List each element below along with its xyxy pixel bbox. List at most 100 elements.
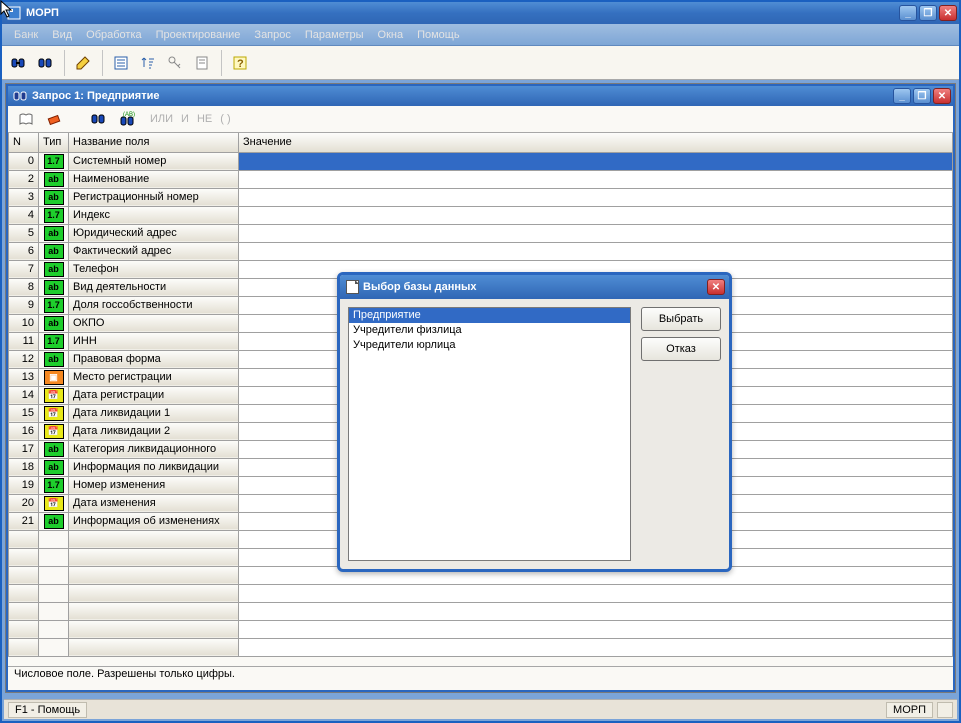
cell-value[interactable]: [239, 152, 953, 170]
op-label[interactable]: ИЛИ: [150, 113, 173, 125]
help-icon[interactable]: ?: [228, 52, 251, 74]
svg-text:(AB): (AB): [123, 112, 135, 118]
find-again-icon[interactable]: [33, 52, 56, 74]
cell-n: 4: [9, 206, 39, 224]
menu-item[interactable]: Окна: [372, 27, 410, 43]
cell-name: Дата ликвидации 1: [69, 404, 239, 422]
cell-type: ab: [39, 458, 69, 476]
status-bar: F1 - Помощь МОРП: [4, 699, 957, 719]
cell-n: 15: [9, 404, 39, 422]
cancel-button[interactable]: Отказ: [641, 337, 721, 361]
child-maximize-button[interactable]: ❐: [913, 88, 931, 104]
type-badge: ab: [44, 442, 64, 457]
child-titlebar[interactable]: Запрос 1: Предприятие _ ❐ ✕: [8, 86, 953, 106]
table-row[interactable]: 01.7Системный номер: [9, 152, 953, 170]
column-n[interactable]: N: [9, 133, 39, 152]
cell-name: Индекс: [69, 206, 239, 224]
op-label[interactable]: И: [181, 113, 189, 125]
find-ab-icon[interactable]: (AB): [115, 108, 138, 130]
dialog-list-item[interactable]: Предприятие: [349, 308, 630, 323]
find-icon: [12, 88, 28, 104]
menu-item[interactable]: Запрос: [248, 27, 296, 43]
cell-name: ОКПО: [69, 314, 239, 332]
close-button[interactable]: ✕: [939, 5, 957, 21]
table-row[interactable]: 5abЮридический адрес: [9, 224, 953, 242]
cell-name: Системный номер: [69, 152, 239, 170]
cell-n: 13: [9, 368, 39, 386]
cell-type: ab: [39, 188, 69, 206]
table-row[interactable]: 3abРегистрационный номер: [9, 188, 953, 206]
select-button[interactable]: Выбрать: [641, 307, 721, 331]
menu-item[interactable]: Помощь: [411, 27, 466, 43]
cell-name: ИНН: [69, 332, 239, 350]
erase-icon[interactable]: [43, 108, 66, 130]
sheet-icon[interactable]: [190, 52, 213, 74]
status-gap: [937, 702, 953, 718]
cell-value[interactable]: [239, 188, 953, 206]
type-badge: ab: [44, 280, 64, 295]
svg-text:?: ?: [237, 58, 244, 70]
maximize-button[interactable]: ❐: [919, 5, 937, 21]
database-dialog: Выбор базы данных ✕ ПредприятиеУчредител…: [337, 272, 732, 572]
cell-n: 20: [9, 494, 39, 512]
menu-item[interactable]: Вид: [46, 27, 78, 43]
menu-item[interactable]: Банк: [8, 27, 44, 43]
cell-type: ab: [39, 170, 69, 188]
cell-value[interactable]: [239, 170, 953, 188]
column-name[interactable]: Название поля: [69, 133, 239, 152]
child-close-button[interactable]: ✕: [933, 88, 951, 104]
cell-value[interactable]: [239, 206, 953, 224]
cell-value[interactable]: [239, 224, 953, 242]
minimize-button[interactable]: _: [899, 5, 917, 21]
book-icon[interactable]: [14, 108, 37, 130]
child-minimize-button[interactable]: _: [893, 88, 911, 104]
cell-n: 11: [9, 332, 39, 350]
cell-type: ab: [39, 350, 69, 368]
menu-item[interactable]: Проектирование: [150, 27, 247, 43]
dialog-list[interactable]: ПредприятиеУчредители физлицаУчредители …: [348, 307, 631, 561]
table-row[interactable]: 41.7Индекс: [9, 206, 953, 224]
app-titlebar[interactable]: МОРП _ ❐ ✕: [2, 2, 959, 24]
table-row: [9, 584, 953, 602]
cell-type: ab: [39, 260, 69, 278]
cell-n: 5: [9, 224, 39, 242]
cell-type: ab: [39, 224, 69, 242]
cell-n: 18: [9, 458, 39, 476]
type-badge: 1.7: [44, 298, 64, 313]
edit-icon[interactable]: [71, 52, 94, 74]
cell-name: Информация об изменениях: [69, 512, 239, 530]
dialog-titlebar[interactable]: Выбор базы данных ✕: [340, 275, 729, 299]
op-label[interactable]: НЕ: [197, 113, 212, 125]
column-value[interactable]: Значение: [239, 133, 953, 152]
dialog-list-item[interactable]: Учредители физлица: [349, 323, 630, 338]
list-icon[interactable]: [109, 52, 132, 74]
dialog-list-item[interactable]: Учредители юрлица: [349, 338, 630, 353]
cell-name: Телефон: [69, 260, 239, 278]
cell-n: 19: [9, 476, 39, 494]
cell-type: 📅: [39, 386, 69, 404]
find-icon-toolbar[interactable]: [86, 108, 109, 130]
cell-type: 📅: [39, 494, 69, 512]
menu-item[interactable]: Параметры: [299, 27, 370, 43]
table-row[interactable]: 2abНаименование: [9, 170, 953, 188]
cell-type: 1.7: [39, 332, 69, 350]
menu-item[interactable]: Обработка: [80, 27, 147, 43]
main-toolbar: ?: [2, 46, 959, 80]
key-icon[interactable]: [163, 52, 186, 74]
op-label[interactable]: ( ): [220, 113, 230, 125]
cell-value[interactable]: [239, 242, 953, 260]
table-row[interactable]: 6abФактический адрес: [9, 242, 953, 260]
table-row: [9, 638, 953, 656]
child-title: Запрос 1: Предприятие: [32, 90, 893, 102]
type-badge: ab: [44, 172, 64, 187]
cell-name: Номер изменения: [69, 476, 239, 494]
type-badge: ▣: [44, 370, 64, 385]
cell-type: ab: [39, 314, 69, 332]
type-badge: 📅: [44, 388, 64, 403]
dialog-close-button[interactable]: ✕: [707, 279, 725, 295]
sort-icon[interactable]: [136, 52, 159, 74]
cell-type: 1.7: [39, 476, 69, 494]
column-type[interactable]: Тип: [39, 133, 69, 152]
cell-name: Правовая форма: [69, 350, 239, 368]
binoculars-icon[interactable]: [6, 52, 29, 74]
